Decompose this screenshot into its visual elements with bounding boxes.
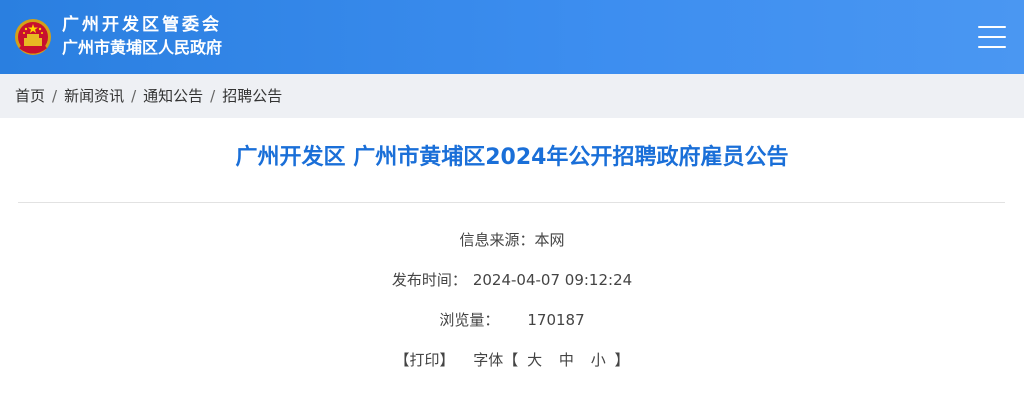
article-source: 信息来源：本网 (0, 229, 1024, 251)
date-value: 2024-04-07 09:12:24 (472, 271, 633, 289)
breadcrumb-bar: 首页 / 新闻资讯 / 通知公告 / 招聘公告 (0, 74, 1024, 118)
breadcrumb-separator: / (52, 87, 58, 105)
date-label: 发布时间： (391, 271, 467, 289)
font-medium-button[interactable]: 中 (559, 351, 574, 369)
article-date: 发布时间： 2024-04-07 09:12:24 (0, 269, 1024, 291)
font-size-label: 字体【 (473, 351, 519, 369)
site-header: 广州开发区管委会 广州市黄埔区人民政府 (0, 0, 1024, 74)
font-large-button[interactable]: 大 (527, 351, 542, 369)
breadcrumb: 首页 / 新闻资讯 / 通知公告 / 招聘公告 (15, 74, 282, 118)
org-name-line2: 广州市黄埔区人民政府 (62, 38, 223, 57)
font-small-button[interactable]: 小 (591, 351, 606, 369)
source-value: 本网 (534, 231, 565, 249)
breadcrumb-news[interactable]: 新闻资讯 (64, 87, 124, 105)
breadcrumb-home[interactable]: 首页 (15, 87, 45, 105)
views-label: 浏览量： (439, 311, 500, 329)
article-title: 广州开发区 广州市黄埔区2024年公开招聘政府雇员公告 (235, 145, 789, 170)
print-button[interactable]: 【打印】 (395, 351, 455, 369)
article-views: 浏览量： 170187 (0, 309, 1024, 331)
source-label: 信息来源： (459, 231, 535, 249)
article-tools: 【打印】 字体【 大 中 小 】 (0, 349, 1024, 371)
national-emblem-icon[interactable] (14, 17, 52, 57)
breadcrumb-recruitment[interactable]: 招聘公告 (222, 87, 282, 105)
breadcrumb-separator: / (210, 87, 216, 105)
font-size-close: 】 (614, 351, 630, 369)
hamburger-menu-icon[interactable] (978, 24, 1006, 50)
views-value: 170187 (527, 311, 585, 329)
breadcrumb-notices[interactable]: 通知公告 (143, 87, 203, 105)
org-name-line1: 广州开发区管委会 (62, 15, 222, 35)
breadcrumb-separator: / (131, 87, 137, 105)
title-divider (18, 202, 1005, 203)
